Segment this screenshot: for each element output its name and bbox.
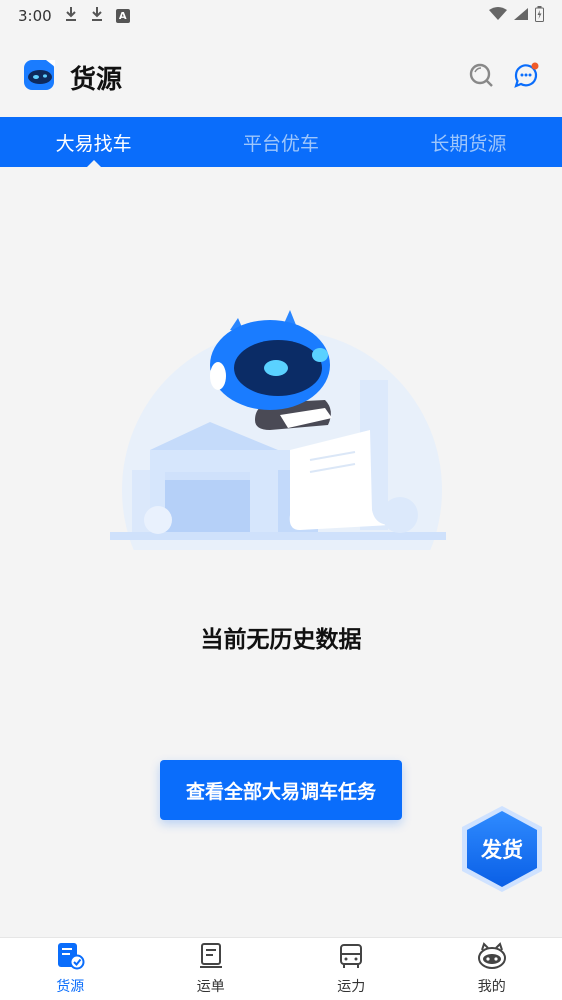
view-all-dispatch-tasks-button[interactable]: 查看全部大易调车任务 [160, 760, 402, 820]
signal-icon [513, 7, 529, 25]
status-bar: 3:00 A [0, 0, 562, 32]
profile-icon [476, 942, 508, 974]
fab-label: 发货 [458, 803, 546, 895]
app-logo-icon [22, 57, 58, 97]
nav-item-waybill[interactable]: 运单 [141, 938, 282, 1000]
nav-label: 货源 [56, 976, 84, 996]
tab-long-term-cargo[interactable]: 长期货源 [375, 117, 562, 167]
notification-badge-icon: A [116, 9, 130, 23]
nav-item-profile[interactable]: 我的 [422, 938, 562, 1000]
cargo-icon [55, 942, 85, 974]
nav-label: 运单 [197, 976, 225, 996]
app-header: 货源 [0, 48, 562, 106]
tab-platform-cars[interactable]: 平台优车 [187, 117, 374, 167]
tab-label: 大易找车 [56, 129, 132, 156]
page-title: 货源 [70, 59, 122, 96]
nav-label: 运力 [337, 976, 365, 996]
nav-item-cargo[interactable]: 货源 [0, 938, 141, 1000]
nav-item-capacity[interactable]: 运力 [281, 938, 422, 1000]
tab-dayi-find-car[interactable]: 大易找车 [0, 117, 187, 167]
download-icon [64, 6, 78, 26]
tab-label: 平台优车 [243, 129, 319, 156]
message-icon[interactable] [512, 61, 540, 93]
battery-icon [535, 6, 544, 26]
truck-icon [337, 942, 365, 974]
download-icon [90, 6, 104, 26]
wifi-icon [489, 7, 507, 25]
tab-bar: 大易找车 平台优车 长期货源 [0, 117, 562, 167]
status-time: 3:00 [18, 7, 52, 25]
publish-cargo-button[interactable]: 发货 [458, 803, 546, 895]
empty-state-message: 当前无历史数据 [0, 620, 562, 654]
search-icon[interactable] [468, 62, 494, 92]
nav-label: 我的 [478, 976, 506, 996]
tab-label: 长期货源 [430, 129, 506, 156]
empty-state-illustration [110, 300, 450, 550]
waybill-icon [197, 942, 225, 974]
bottom-navigation: 货源 运单 运力 我的 [0, 937, 562, 1000]
